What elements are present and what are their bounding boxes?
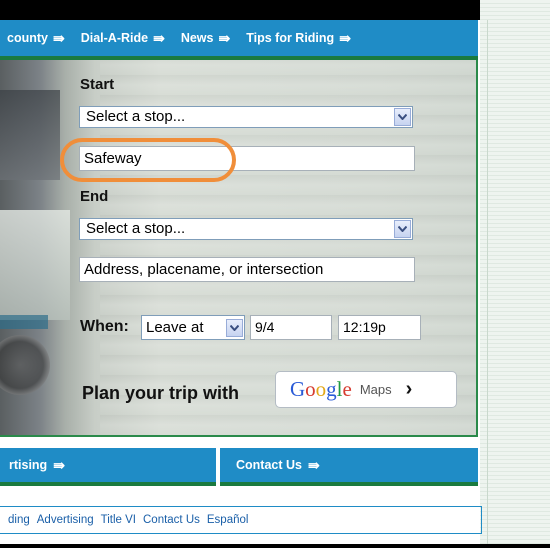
- end-address-input[interactable]: Address, placename, or intersection: [79, 257, 415, 282]
- google-logo-letter: G: [290, 377, 306, 401]
- footer-link-advertising[interactable]: Advertising: [37, 514, 94, 526]
- top-navigation: county ⇛ Dial-A-Ride ⇛ News ⇛ Tips for R…: [0, 20, 478, 60]
- nav-item-tips-for-riding[interactable]: Tips for Riding ⇛: [239, 30, 360, 47]
- arrow-right-icon: ⇛: [153, 29, 165, 46]
- date-input[interactable]: 9/4: [250, 315, 332, 340]
- maps-label: Maps: [359, 382, 392, 397]
- bus-wheel-image: [0, 335, 50, 395]
- chevron-right-icon: ›: [405, 378, 413, 400]
- start-select-value: Select a stop...: [86, 108, 186, 125]
- arrow-right-icon: ⇛: [53, 456, 65, 473]
- arrow-right-icon: ⇛: [307, 456, 320, 473]
- footer-links: ding Advertising Title VI Contact Us Esp…: [0, 506, 482, 534]
- google-logo: Google: [290, 377, 352, 402]
- end-select-value: Select a stop...: [86, 220, 186, 237]
- nav-item-county[interactable]: county ⇛: [0, 30, 74, 47]
- nav-item-label: News: [180, 31, 214, 45]
- top-black-strip: [0, 0, 550, 20]
- nav-item-label: Contact Us: [236, 458, 302, 472]
- end-stop-select[interactable]: Select a stop...: [79, 218, 413, 240]
- google-logo-letter: g: [326, 377, 337, 401]
- google-maps-button[interactable]: Google Maps ›: [275, 371, 457, 408]
- end-label: End: [80, 188, 109, 205]
- when-mode-select[interactable]: Leave at: [141, 315, 245, 340]
- page: county ⇛ Dial-A-Ride ⇛ News ⇛ Tips for R…: [0, 0, 550, 548]
- arrow-right-icon: ⇛: [339, 29, 351, 46]
- nav-item-contact-us[interactable]: Contact Us ⇛: [220, 448, 478, 486]
- right-side-panel: [480, 0, 550, 548]
- footer-link-riding[interactable]: ding: [8, 514, 30, 526]
- nav-item-news[interactable]: News ⇛: [174, 30, 239, 47]
- footer-link-espanol[interactable]: Español: [207, 514, 249, 526]
- nav-item-label: Tips for Riding: [246, 31, 335, 45]
- bottom-black-strip: [0, 544, 550, 548]
- nav-item-advertising[interactable]: rtising ⇛: [0, 448, 216, 486]
- chevron-down-icon: [394, 220, 411, 238]
- start-label: Start: [80, 76, 115, 93]
- when-mode-value: Leave at: [146, 319, 204, 336]
- footer-link-title-vi[interactable]: Title VI: [101, 514, 136, 526]
- nav-item-dial-a-ride[interactable]: Dial-A-Ride ⇛: [74, 30, 174, 47]
- start-stop-select[interactable]: Select a stop...: [79, 106, 413, 128]
- plan-trip-text: Plan your trip with: [82, 383, 240, 403]
- arrow-right-icon: ⇛: [218, 29, 231, 46]
- chevron-down-icon: [226, 319, 243, 337]
- bus-photo-stripe: [0, 315, 48, 329]
- right-divider: [487, 20, 488, 548]
- google-logo-letter: o: [315, 377, 327, 401]
- arrow-right-icon: ⇛: [52, 29, 65, 46]
- chevron-down-icon: [394, 108, 411, 126]
- bus-photo-dark: [0, 90, 60, 180]
- nav-item-label: Dial-A-Ride: [80, 31, 149, 45]
- google-logo-letter: e: [342, 377, 352, 401]
- when-label: When:: [80, 318, 129, 335]
- bus-photo-body: [0, 210, 70, 320]
- start-address-input[interactable]: Safeway: [79, 146, 415, 171]
- time-input[interactable]: 12:19p: [338, 315, 421, 340]
- nav-item-label: rtising: [9, 458, 48, 472]
- google-logo-letter: o: [305, 377, 316, 401]
- footer-link-contact-us[interactable]: Contact Us: [143, 514, 200, 526]
- nav-item-label: county: [7, 31, 48, 45]
